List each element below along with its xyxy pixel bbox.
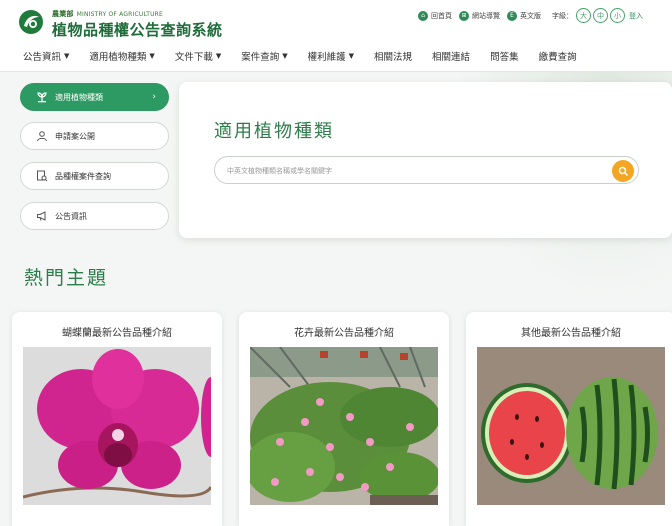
- sidebar-item-plant-species[interactable]: 適用植物種類 ›: [20, 83, 169, 111]
- watermelon-image: [477, 347, 665, 505]
- search-box: [214, 156, 639, 184]
- font-size-label: 字級：: [552, 11, 573, 20]
- utility-bar: ⌂ 回首頁 ⊞ 網站導覽 E 英文版 字級： 大 中 小 登入: [418, 8, 650, 23]
- font-size-large-button[interactable]: 大: [576, 8, 591, 23]
- sidebar-item-label: 公告資訊: [55, 211, 87, 221]
- english-icon: E: [507, 10, 517, 21]
- site-header: 農業部 MINISTRY OF AGRICULTURE 植物品種權公告查詢系統 ⌂…: [0, 0, 672, 40]
- nav-item-plant-species[interactable]: 適用植物種類 ▼: [89, 49, 154, 63]
- nav-item-label: 相關法規: [374, 51, 413, 63]
- sitemap-link[interactable]: ⊞ 網站導覽: [459, 10, 500, 21]
- home-icon: ⌂: [418, 10, 428, 21]
- nav-item-links[interactable]: 相關連結: [432, 49, 470, 63]
- caret-down-icon: ▼: [282, 51, 288, 60]
- orchid-image: [23, 347, 211, 505]
- coa-logo-icon[interactable]: [18, 9, 44, 35]
- hot-topics-title: 熱門主題: [24, 267, 109, 289]
- nav-item-label: 適用植物種類: [89, 51, 147, 63]
- sidebar-item-case-search[interactable]: 品種權案件查詢: [20, 162, 169, 190]
- sidebar-item-published-applications[interactable]: 申請案公開: [20, 122, 169, 150]
- megaphone-icon: [35, 209, 49, 223]
- site-title[interactable]: 植物品種權公告查詢系統: [52, 19, 223, 40]
- sidebar-item-label: 申請案公開: [55, 131, 95, 141]
- agency-name-zh: 農業部: [52, 10, 74, 18]
- english-link[interactable]: E 英文版: [507, 10, 541, 21]
- card-title: 蝴蝶蘭最新公告品種介紹: [62, 328, 172, 339]
- nav-item-announcements[interactable]: 公告資訊 ▼: [23, 49, 69, 63]
- caret-down-icon: ▼: [64, 51, 70, 60]
- nav-item-rights[interactable]: 權利維護 ▼: [308, 49, 354, 63]
- sidebar-item-announcements[interactable]: 公告資訊: [20, 202, 169, 230]
- font-size-small-button[interactable]: 小: [610, 8, 625, 23]
- nav-item-payment[interactable]: 繳費查詢: [539, 49, 577, 63]
- nav-item-case-inquiry[interactable]: 案件查詢 ▼: [241, 49, 287, 63]
- nav-item-label: 文件下載: [174, 51, 213, 63]
- home-link[interactable]: ⌂ 回首頁: [418, 10, 452, 21]
- topic-card-orchid[interactable]: 蝴蝶蘭最新公告品種介紹: [12, 312, 222, 526]
- nav-item-label: 權利維護: [307, 51, 346, 63]
- font-size-medium-button[interactable]: 中: [593, 8, 608, 23]
- card-title: 其他最新公告品種介紹: [521, 328, 621, 339]
- person-icon: [35, 129, 49, 143]
- topic-card-watermelon[interactable]: 其他最新公告品種介紹: [466, 312, 672, 526]
- caret-down-icon: ▼: [215, 51, 222, 60]
- nav-item-downloads[interactable]: 文件下載 ▼: [175, 49, 221, 63]
- caret-down-icon: ▼: [149, 51, 155, 60]
- agency-name: 農業部 MINISTRY OF AGRICULTURE: [52, 9, 163, 19]
- nav-item-regulations[interactable]: 相關法規: [374, 49, 412, 63]
- english-link-label: 英文版: [520, 11, 541, 20]
- search-icon: [618, 166, 628, 176]
- sidebar-item-label: 品種權案件查詢: [55, 171, 111, 181]
- nav-item-faq[interactable]: 問答集: [490, 49, 519, 63]
- caret-down-icon: ▼: [348, 51, 355, 60]
- search-panel: 適用植物種類: [179, 82, 672, 238]
- sidebar-item-label: 適用植物種類: [55, 92, 103, 102]
- chevron-right-icon: ›: [152, 92, 156, 102]
- nav-item-label: 公告資訊: [23, 51, 62, 63]
- panel-title: 適用植物種類: [214, 121, 334, 142]
- document-search-icon: [35, 169, 49, 183]
- search-input[interactable]: [227, 163, 607, 179]
- nav-item-label: 相關連結: [432, 51, 471, 63]
- nav-item-label: 案件查詢: [241, 51, 280, 63]
- home-link-label: 回首頁: [431, 11, 452, 20]
- nav-item-label: 繳費查詢: [538, 51, 577, 63]
- plant-icon: [35, 90, 49, 104]
- login-link[interactable]: 登入: [629, 11, 643, 21]
- agency-name-en: MINISTRY OF AGRICULTURE: [76, 11, 164, 18]
- topic-card-flowers[interactable]: 花卉最新公告品種介紹: [239, 312, 449, 526]
- flower-greenhouse-image: [250, 347, 438, 505]
- card-title: 花卉最新公告品種介紹: [294, 328, 394, 339]
- search-button[interactable]: [612, 160, 634, 182]
- main-nav: 公告資訊 ▼ 適用植物種類 ▼ 文件下載 ▼ 案件查詢 ▼ 權利維護 ▼ 相關法規 相關連…: [0, 40, 672, 72]
- sitemap-icon: ⊞: [459, 10, 469, 21]
- login-link-label: 登入: [629, 11, 643, 20]
- nav-item-label: 問答集: [490, 51, 519, 63]
- sitemap-link-label: 網站導覽: [472, 11, 500, 20]
